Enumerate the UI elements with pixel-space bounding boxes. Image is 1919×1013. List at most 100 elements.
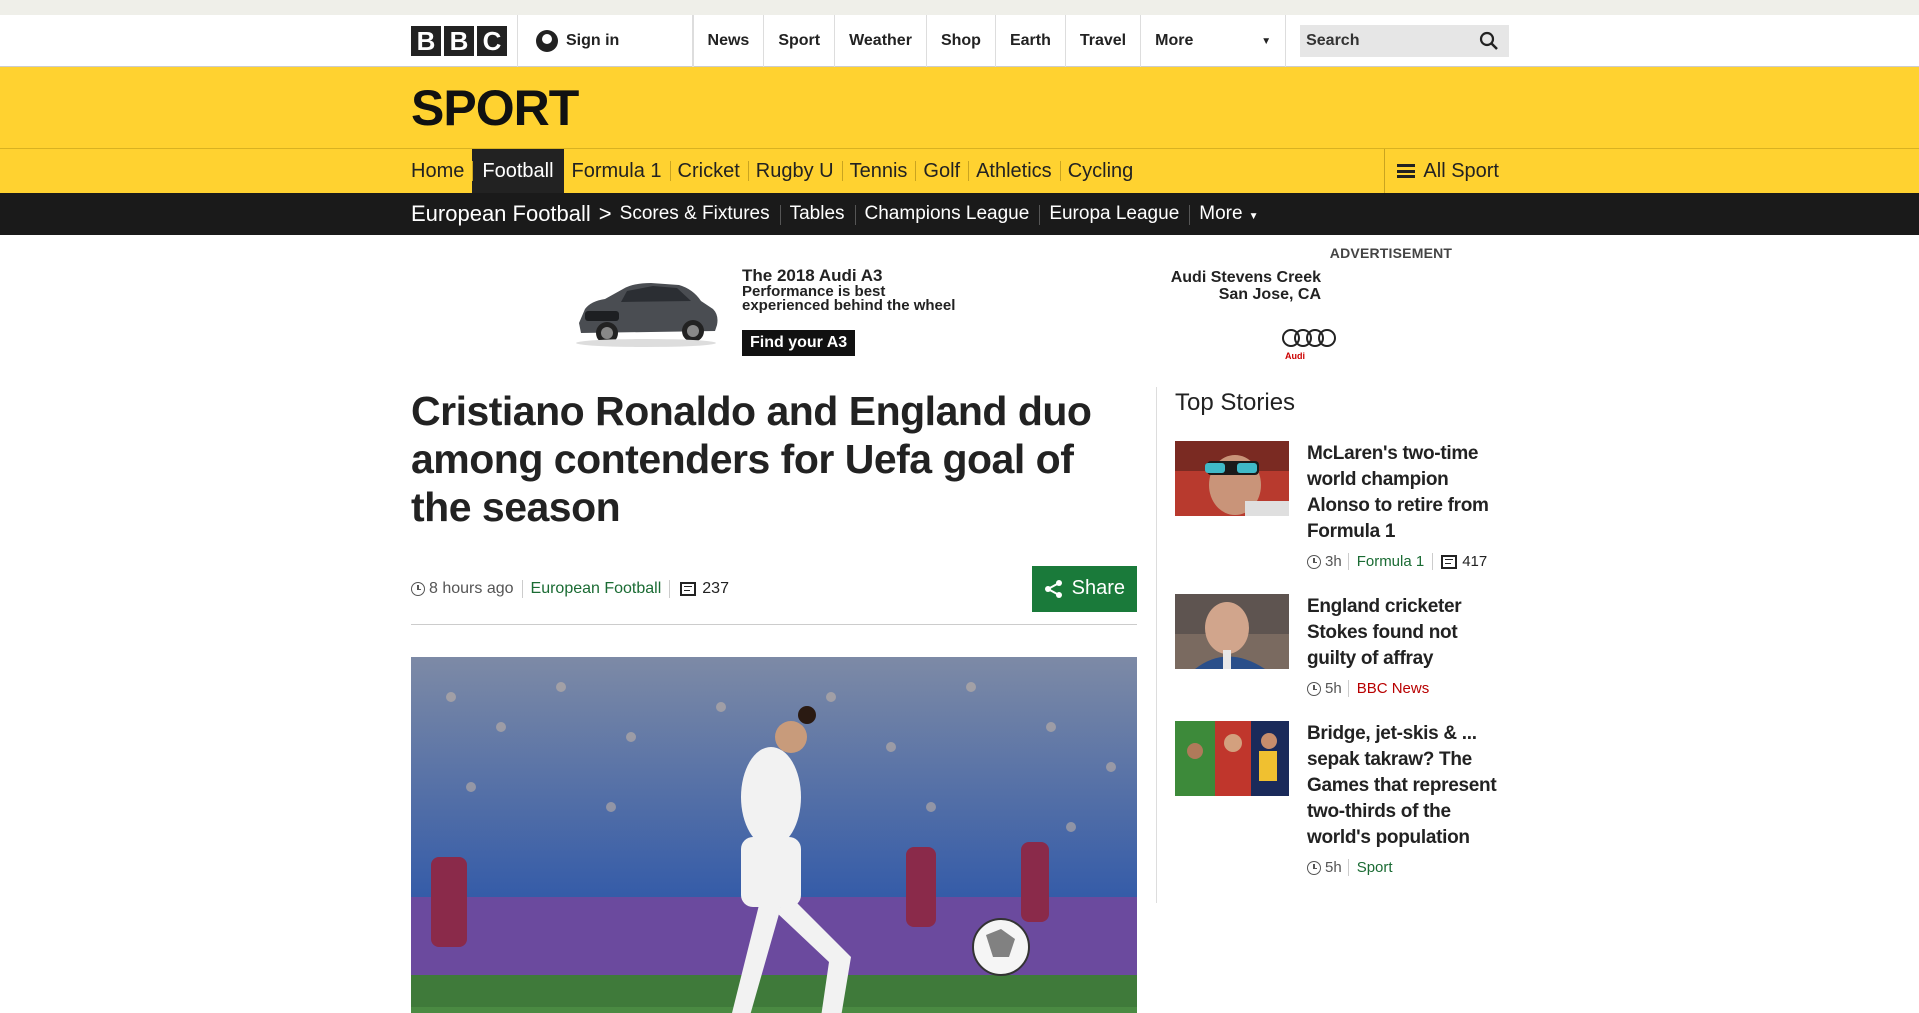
- audi-logo: Audi: [1281, 326, 1339, 368]
- clock-icon: [1307, 860, 1321, 875]
- global-nav-weather[interactable]: Weather: [834, 15, 926, 67]
- main-content: Cristiano Ronaldo and England duo among …: [411, 387, 1509, 1013]
- story-thumbnail[interactable]: [1175, 721, 1289, 796]
- global-nav-more[interactable]: More ▼: [1140, 15, 1287, 67]
- sport-navigation: Home Football Formula 1 Cricket Rugby U …: [0, 149, 1919, 193]
- sport-title[interactable]: SPORT: [411, 67, 1509, 149]
- section-nav-more[interactable]: More ▼: [1189, 203, 1268, 225]
- football-photo: [411, 657, 1137, 1013]
- section-more-label: More: [1199, 203, 1243, 224]
- logo-letter: C: [477, 26, 507, 56]
- caret-down-icon: ▼: [1248, 211, 1259, 222]
- global-navigation: B B C Sign in News Sport Weather Shop Ea…: [0, 15, 1919, 67]
- story-time: 5h: [1325, 859, 1342, 876]
- share-button[interactable]: Share: [1031, 565, 1137, 612]
- story-meta: 3h Formula 1 417: [1307, 553, 1509, 570]
- article-category-link[interactable]: European Football: [523, 579, 671, 598]
- sport-nav-tennis[interactable]: Tennis: [841, 149, 916, 193]
- story-thumbnail[interactable]: [1175, 594, 1289, 669]
- article-hero-image: [411, 657, 1137, 1013]
- browser-top-strip: [0, 0, 1919, 15]
- article-comments-link[interactable]: 237: [670, 580, 729, 598]
- story-title[interactable]: McLaren's two-time world champion Alonso…: [1307, 441, 1509, 545]
- ad-cta-button[interactable]: Find your A3: [742, 330, 856, 356]
- story-comment-count: 417: [1462, 553, 1488, 570]
- stokes-photo: [1175, 594, 1289, 669]
- ad-dealer-name: Audi Stevens Creek: [1170, 269, 1321, 286]
- sport-nav-athletics[interactable]: Athletics: [968, 149, 1060, 193]
- ad-headline: The 2018 Audi A3 Performance is best exp…: [742, 267, 956, 314]
- sport-nav-cricket[interactable]: Cricket: [669, 149, 748, 193]
- global-nav-travel[interactable]: Travel: [1064, 15, 1140, 67]
- story-comments-link[interactable]: 417: [1433, 553, 1487, 570]
- article-headline: Cristiano Ronaldo and England duo among …: [411, 388, 1092, 530]
- user-icon: [536, 30, 558, 52]
- sport-nav-cycling[interactable]: Cycling: [1059, 149, 1142, 193]
- story-meta: 5h Sport: [1307, 859, 1509, 876]
- alonso-photo: [1175, 441, 1289, 516]
- audi-brand-text: Audi: [1285, 351, 1305, 361]
- story-title[interactable]: Bridge, jet-skis & ... sepak takraw? The…: [1307, 721, 1509, 851]
- clock-icon: [1307, 681, 1321, 696]
- advertisement-banner[interactable]: The 2018 Audi A3 Performance is best exp…: [411, 261, 1509, 381]
- ad-headline-line-3: experienced behind the wheel: [742, 297, 956, 314]
- sport-nav-formula-1[interactable]: Formula 1: [564, 149, 670, 193]
- global-nav-shop[interactable]: Shop: [925, 15, 995, 67]
- comment-icon: [680, 581, 697, 596]
- sign-in-link[interactable]: Sign in: [518, 15, 693, 67]
- story-category-link[interactable]: Sport: [1349, 859, 1401, 876]
- comment-icon: [1441, 554, 1458, 569]
- story-time: 3h: [1325, 553, 1342, 570]
- story-category-link[interactable]: BBC News: [1349, 680, 1438, 697]
- search-input[interactable]: Search: [1300, 25, 1509, 57]
- share-label: Share: [1071, 577, 1125, 599]
- sport-nav-rugby-union[interactable]: Rugby U: [747, 149, 842, 193]
- audi-rings-icon: [1282, 329, 1336, 347]
- story-time: 5h: [1325, 680, 1342, 697]
- sport-header: SPORT: [0, 67, 1919, 149]
- logo-letter: B: [444, 26, 474, 56]
- share-icon: [1044, 579, 1062, 598]
- car-image: [576, 283, 718, 347]
- section-nav-champions-league[interactable]: Champions League: [854, 203, 1040, 225]
- menu-icon: [1397, 164, 1416, 178]
- bbc-logo[interactable]: B B C: [411, 15, 518, 67]
- top-stories: Top Stories McLaren's two-time world cha…: [1175, 387, 1509, 1013]
- section-nav-scores-fixtures[interactable]: Scores & Fixtures: [620, 203, 780, 225]
- sport-nav-home[interactable]: Home: [411, 149, 472, 193]
- section-nav-tables[interactable]: Tables: [779, 203, 855, 225]
- sport-nav-football[interactable]: Football: [472, 149, 564, 193]
- top-story-item[interactable]: England cricketer Stokes found not guilt…: [1175, 594, 1509, 697]
- top-story-item[interactable]: McLaren's two-time world champion Alonso…: [1175, 441, 1509, 570]
- logo-letter: B: [411, 26, 441, 56]
- search-icon[interactable]: [1479, 31, 1499, 51]
- games-photo: [1175, 721, 1289, 796]
- section-navigation: European Football > Scores & Fixtures Ta…: [0, 193, 1919, 235]
- sign-in-label: Sign in: [566, 32, 620, 49]
- top-stories-heading: Top Stories: [1175, 389, 1296, 416]
- story-meta: 5h BBC News: [1307, 680, 1509, 697]
- global-nav-sport[interactable]: Sport: [763, 15, 834, 67]
- search-placeholder: Search: [1306, 32, 1360, 49]
- column-divider: [1156, 387, 1157, 903]
- story-category-link[interactable]: Formula 1: [1349, 553, 1434, 570]
- chevron-right-icon: >: [598, 201, 612, 226]
- ad-dealer: Audi Stevens Creek San Jose, CA: [1131, 269, 1321, 303]
- global-nav-earth[interactable]: Earth: [994, 15, 1065, 67]
- article-timestamp: 8 hours ago: [411, 579, 523, 598]
- story-timestamp: 5h: [1307, 859, 1349, 876]
- clock-icon: [411, 581, 425, 596]
- article-time: 8 hours ago: [429, 579, 514, 597]
- section-title[interactable]: European Football: [411, 201, 591, 227]
- all-sport-button[interactable]: All Sport: [1384, 149, 1509, 193]
- story-thumbnail[interactable]: [1175, 441, 1289, 516]
- all-sport-label: All Sport: [1423, 159, 1499, 182]
- ad-dealer-location: San Jose, CA: [1218, 286, 1321, 303]
- story-title[interactable]: England cricketer Stokes found not guilt…: [1307, 594, 1509, 672]
- section-nav-europa-league[interactable]: Europa League: [1039, 203, 1189, 225]
- top-story-item[interactable]: Bridge, jet-skis & ... sepak takraw? The…: [1175, 721, 1509, 876]
- global-nav: News Sport Weather Shop Earth Travel Mor…: [692, 15, 1287, 67]
- sport-nav-golf[interactable]: Golf: [915, 149, 968, 193]
- global-nav-news[interactable]: News: [692, 15, 764, 67]
- story-timestamp: 3h: [1307, 553, 1349, 570]
